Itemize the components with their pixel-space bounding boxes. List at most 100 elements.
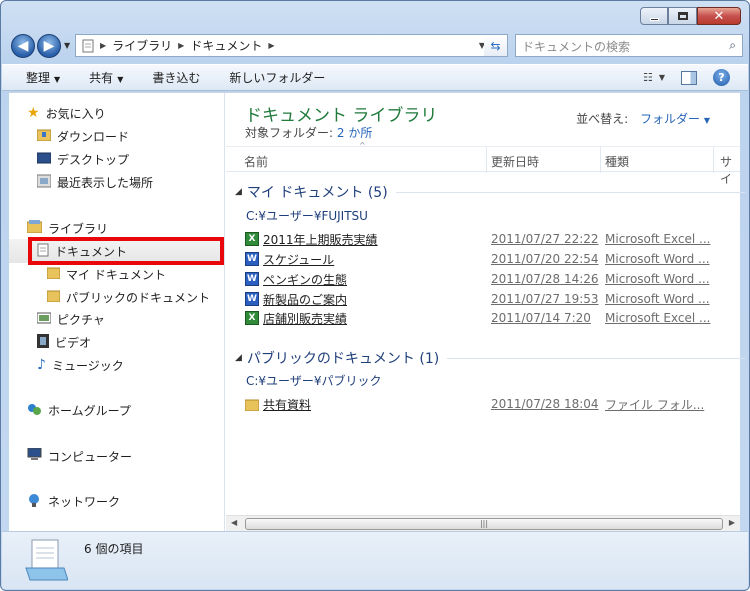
collapse-triangle-icon[interactable]: ◢ bbox=[235, 187, 242, 197]
sidebar-item-videos[interactable]: ビデオ bbox=[37, 332, 91, 352]
recent-pages-dropdown[interactable]: ▼ bbox=[64, 41, 70, 50]
video-icon bbox=[37, 333, 49, 351]
forward-button[interactable]: ▶ bbox=[37, 34, 61, 58]
view-dropdown-icon[interactable]: ▼ bbox=[659, 73, 665, 82]
file-name[interactable]: 店舗別販売実績 bbox=[263, 310, 489, 327]
file-name[interactable]: 共有資料 bbox=[263, 396, 489, 413]
breadcrumb-separator-icon[interactable]: ▶ bbox=[100, 41, 106, 50]
column-header-type[interactable]: 種類 bbox=[605, 153, 629, 170]
minimize-button[interactable] bbox=[640, 7, 668, 25]
list-item[interactable]: W スケジュール 2011/07/20 22:54 Microsoft Word… bbox=[245, 249, 715, 269]
content-area: ★ お気に入り ダウンロード デスクトップ 最近表示した場所 ライブラリ ドキュ… bbox=[9, 92, 745, 532]
file-date: 2011/07/28 18:04 bbox=[491, 397, 599, 411]
file-date: 2011/07/20 22:54 bbox=[491, 252, 599, 266]
column-divider[interactable] bbox=[600, 147, 601, 173]
new-folder-button[interactable]: 新しいフォルダー bbox=[229, 69, 325, 86]
sidebar-label: ライブラリ bbox=[48, 221, 109, 236]
arrange-by: 並べ替え: フォルダー ▼ bbox=[576, 110, 710, 127]
file-name[interactable]: 新製品のご案内 bbox=[263, 291, 489, 308]
breadcrumb-separator-icon[interactable]: ▶ bbox=[178, 41, 184, 50]
command-bar: 整理 ▼ 共有 ▼ 書き込む 新しいフォルダー ☷ ▼ ? bbox=[2, 64, 748, 91]
scroll-right-icon[interactable]: ▶ bbox=[729, 518, 735, 527]
file-name[interactable]: スケジュール bbox=[263, 251, 489, 268]
back-arrow-icon: ◀ bbox=[17, 38, 29, 54]
close-icon: ✕ bbox=[713, 8, 725, 24]
file-type: Microsoft Word ... bbox=[605, 292, 710, 306]
scrollbar-thumb[interactable]: ||| bbox=[245, 518, 723, 530]
address-bar[interactable]: ▶ ライブラリ ▶ ドキュメント ▶ ▼ bbox=[75, 34, 490, 57]
organize-label: 整理 bbox=[26, 71, 51, 85]
file-type: Microsoft Word ... bbox=[605, 272, 710, 286]
breadcrumb-libraries[interactable]: ライブラリ bbox=[112, 37, 172, 54]
sidebar-item-favorites[interactable]: ★ お気に入り bbox=[27, 103, 106, 123]
back-button[interactable]: ◀ bbox=[11, 34, 35, 58]
file-date: 2011/07/27 22:22 bbox=[491, 232, 599, 246]
column-divider[interactable] bbox=[713, 147, 714, 173]
search-icon[interactable]: ⌕ bbox=[729, 38, 736, 53]
sidebar-item-downloads[interactable]: ダウンロード bbox=[36, 126, 130, 146]
forward-arrow-icon: ▶ bbox=[43, 38, 55, 54]
library-title: ドキュメント ライブラリ bbox=[245, 106, 438, 126]
sidebar-label: ビデオ bbox=[55, 335, 92, 350]
sidebar-label: ダウンロード bbox=[57, 129, 130, 144]
group-path: C:¥ユーザー¥パブリック bbox=[246, 374, 382, 388]
sidebar-item-my-documents[interactable]: マイ ドキュメント bbox=[46, 264, 166, 284]
list-item[interactable]: W ペンギンの生態 2011/07/28 14:26 Microsoft Wor… bbox=[245, 269, 715, 289]
word-icon: W bbox=[245, 272, 259, 286]
column-header-name[interactable]: 名前 bbox=[244, 153, 268, 170]
item-count: 6 個の項目 bbox=[84, 542, 144, 556]
excel-icon: X bbox=[245, 311, 259, 325]
view-options-icon[interactable]: ☷ bbox=[643, 71, 653, 84]
scroll-left-icon[interactable]: ◀ bbox=[231, 518, 237, 527]
homegroup-icon bbox=[27, 402, 42, 419]
column-header-date[interactable]: 更新日時 bbox=[491, 153, 539, 170]
group-title: パブリックのドキュメント (1) bbox=[246, 351, 440, 367]
pictures-icon bbox=[36, 312, 52, 327]
library-subtitle: 対象フォルダー: 2 か所 bbox=[245, 124, 372, 141]
search-input[interactable]: ドキュメントの検索 ⌕ bbox=[515, 34, 743, 57]
preview-pane-button[interactable] bbox=[681, 70, 697, 85]
list-item[interactable]: X 2011年上期販売実績 2011/07/27 22:22 Microsoft… bbox=[245, 229, 715, 249]
sidebar-item-homegroup[interactable]: ホームグループ bbox=[27, 400, 131, 420]
file-name[interactable]: 2011年上期販売実績 bbox=[263, 231, 489, 248]
sidebar-item-libraries[interactable]: ライブラリ bbox=[26, 218, 109, 238]
sidebar-item-computer[interactable]: コンピューター bbox=[27, 446, 132, 466]
sort-ascending-icon: ^ bbox=[359, 141, 366, 150]
sidebar-label: マイ ドキュメント bbox=[66, 267, 166, 282]
sidebar-item-network[interactable]: ネットワーク bbox=[27, 491, 120, 511]
breadcrumb-separator-icon[interactable]: ▶ bbox=[268, 41, 274, 50]
group-divider bbox=[395, 191, 745, 193]
star-icon: ★ bbox=[27, 105, 40, 121]
list-item[interactable]: 共有資料 2011/07/28 18:04 ファイル フォル... bbox=[245, 394, 715, 414]
breadcrumb-documents[interactable]: ドキュメント bbox=[190, 37, 262, 54]
sidebar-item-music[interactable]: ♪ ミュージック bbox=[37, 355, 124, 375]
burn-button[interactable]: 書き込む bbox=[152, 69, 200, 86]
sidebar-label: ミュージック bbox=[51, 358, 124, 373]
sidebar-item-recent[interactable]: 最近表示した場所 bbox=[36, 172, 153, 192]
sidebar-item-public-documents[interactable]: パブリックのドキュメント bbox=[46, 287, 210, 307]
locations-link[interactable]: 2 か所 bbox=[337, 126, 372, 140]
sidebar-item-desktop[interactable]: デスクトップ bbox=[36, 149, 129, 169]
library-icon bbox=[26, 220, 43, 236]
excel-icon: X bbox=[245, 232, 259, 246]
horizontal-scrollbar[interactable]: ◀ ||| ▶ bbox=[226, 515, 740, 532]
sort-value: フォルダー bbox=[640, 112, 701, 126]
collapse-triangle-icon[interactable]: ◢ bbox=[235, 353, 242, 363]
organize-button[interactable]: 整理 ▼ bbox=[26, 69, 60, 86]
group-header-public-documents[interactable]: ◢ パブリックのドキュメント (1) bbox=[235, 348, 749, 368]
maximize-button[interactable] bbox=[668, 7, 697, 25]
sidebar-item-pictures[interactable]: ピクチャ bbox=[36, 309, 105, 329]
refresh-button[interactable]: ⇆ bbox=[484, 34, 508, 57]
group-header-my-documents[interactable]: ◢ マイ ドキュメント (5) bbox=[235, 182, 749, 202]
navigation-pane: ★ お気に入り ダウンロード デスクトップ 最近表示した場所 ライブラリ ドキュ… bbox=[9, 93, 225, 532]
close-button[interactable]: ✕ bbox=[697, 7, 741, 25]
file-date: 2011/07/14 7:20 bbox=[491, 311, 591, 325]
details-pane: 6 個の項目 bbox=[2, 531, 748, 589]
help-button[interactable]: ? bbox=[713, 69, 730, 86]
sort-dropdown[interactable]: フォルダー ▼ bbox=[640, 112, 710, 126]
file-name[interactable]: ペンギンの生態 bbox=[263, 271, 489, 288]
list-item[interactable]: X 店舗別販売実績 2011/07/14 7:20 Microsoft Exce… bbox=[245, 308, 715, 328]
share-button[interactable]: 共有 ▼ bbox=[89, 69, 123, 86]
column-divider[interactable] bbox=[486, 147, 487, 173]
list-item[interactable]: W 新製品のご案内 2011/07/27 19:53 Microsoft Wor… bbox=[245, 289, 715, 309]
